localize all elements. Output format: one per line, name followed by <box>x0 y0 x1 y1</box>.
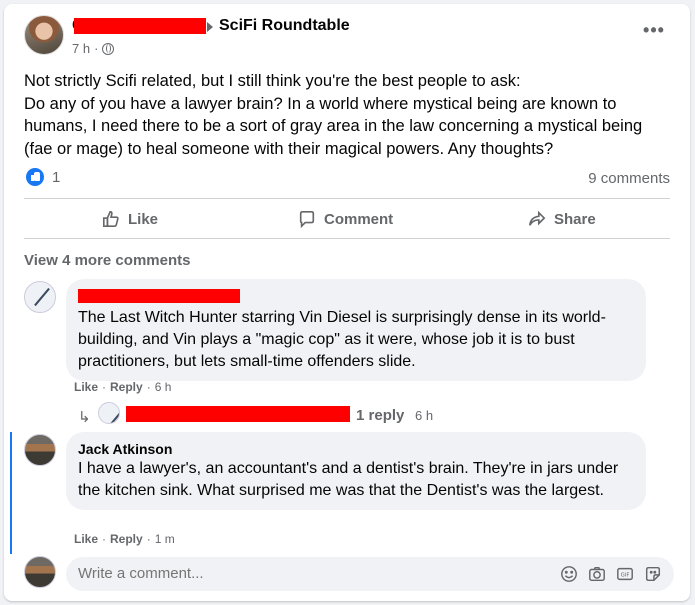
divider <box>24 238 670 239</box>
emoji-icon[interactable] <box>560 565 578 583</box>
post-meta: 7 h · <box>72 41 115 56</box>
gif-icon[interactable]: GIF <box>616 565 634 583</box>
post-text-line: Do any of you have a lawyer brain? In a … <box>24 94 643 158</box>
share-button-label: Share <box>554 210 596 228</box>
comments-count[interactable]: 9 comments <box>588 170 670 187</box>
author-name-redaction <box>74 18 206 34</box>
comment-composer[interactable]: GIF <box>66 557 674 591</box>
separator: · <box>102 532 107 546</box>
comment-button-label: Comment <box>324 210 394 228</box>
comment-actions: Like · Reply · 6 h <box>74 380 171 394</box>
separator: · <box>102 380 107 394</box>
comment-reply-link[interactable]: Reply <box>110 532 143 546</box>
commenter-name-redaction <box>78 289 240 303</box>
more-options-icon[interactable]: ••• <box>640 18 668 46</box>
share-icon <box>528 210 546 226</box>
reply-avatar[interactable] <box>98 402 120 424</box>
view-more-comments-link[interactable]: View 4 more comments <box>24 252 190 269</box>
share-button[interactable]: Share <box>528 204 596 234</box>
commenter-avatar[interactable] <box>24 281 56 313</box>
comment-text: I have a lawyer's, an accountant's and a… <box>78 460 619 499</box>
reply-author-redaction <box>126 406 350 422</box>
reaction-count[interactable]: 1 <box>52 169 60 186</box>
commenter-avatar[interactable] <box>24 434 56 466</box>
globe-icon <box>102 42 115 55</box>
like-button[interactable]: Like <box>102 204 158 234</box>
separator: · <box>146 380 151 394</box>
view-replies-link[interactable]: 1 reply <box>356 407 404 424</box>
caret-right-icon <box>207 22 213 32</box>
comment-input[interactable] <box>78 565 498 582</box>
separator: · <box>146 532 151 546</box>
thumbs-up-icon <box>102 210 119 228</box>
comment-time[interactable]: 1 m <box>155 532 175 546</box>
group-name-link[interactable]: SciFi Roundtable <box>219 17 350 35</box>
like-reaction-icon[interactable] <box>26 168 44 186</box>
comment-button[interactable]: Comment <box>298 204 393 234</box>
reply-arrow-icon: ↳ <box>78 409 91 426</box>
reply-time: 6 h <box>415 408 434 423</box>
comment-icon <box>299 210 315 228</box>
author-avatar[interactable] <box>24 15 64 55</box>
sticker-icon[interactable] <box>644 565 662 583</box>
post-text-line: Not strictly Scifi related, but I still … <box>24 72 521 90</box>
divider <box>24 198 670 199</box>
comment-text: The Last Witch Hunter starring Vin Diese… <box>78 309 606 370</box>
camera-icon[interactable] <box>588 565 606 583</box>
like-button-label: Like <box>128 210 159 228</box>
commenter-name[interactable]: Jack Atkinson <box>78 440 634 458</box>
svg-text:GIF: GIF <box>621 573 630 579</box>
comment-bubble: Jack Atkinson I have a lawyer's, an acco… <box>66 432 646 510</box>
post-card: C SciFi Roundtable 7 h · ••• Not strictl… <box>4 4 690 601</box>
comment-time[interactable]: 6 h <box>155 380 172 394</box>
comment-reply-link[interactable]: Reply <box>110 380 143 394</box>
current-user-avatar[interactable] <box>24 556 56 588</box>
post-time[interactable]: 7 h <box>72 41 90 56</box>
meta-separator: · <box>94 41 99 56</box>
comment-actions: Like · Reply · 1 m <box>74 532 175 546</box>
post-body: Not strictly Scifi related, but I still … <box>24 70 674 160</box>
new-comment-indicator <box>10 432 12 554</box>
comment-like-link[interactable]: Like <box>74 380 98 394</box>
comment-like-link[interactable]: Like <box>74 532 98 546</box>
comment-bubble: The Last Witch Hunter starring Vin Diese… <box>66 279 646 381</box>
